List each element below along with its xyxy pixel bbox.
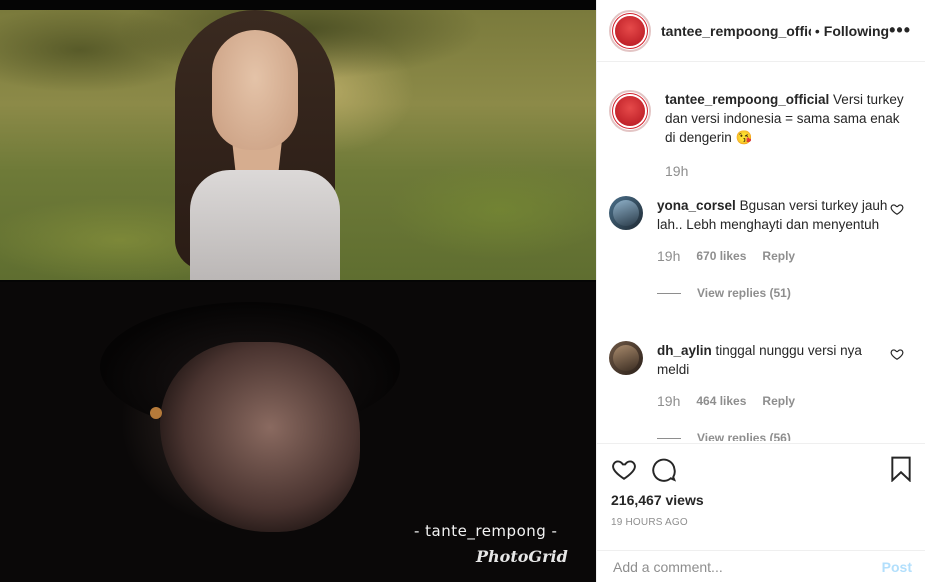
media-overlay-caption: - tante_rempong - [414, 522, 558, 540]
post-media[interactable]: - tante_rempong - PhotoGrid [0, 0, 596, 582]
view-replies-button[interactable]: View replies (51) [657, 286, 910, 300]
speech-bubble-icon[interactable] [651, 456, 677, 482]
view-count[interactable]: 216,467 views [611, 492, 912, 508]
heart-icon[interactable] [890, 347, 904, 361]
caption-avatar[interactable] [609, 90, 651, 132]
post-side-panel: tantee_rempoong_offic • Following ••• ta… [596, 0, 925, 582]
comment-item: dh_aylin tinggal nunggu versi nya meldi … [597, 341, 925, 441]
view-replies-button[interactable]: View replies (56) [657, 431, 910, 441]
add-comment-input[interactable] [613, 558, 882, 575]
caption-time: 19h [665, 163, 689, 179]
comment-time: 19h [657, 248, 681, 264]
caption-comment: tantee_rempoong_official Versi turkey da… [597, 90, 925, 179]
comment-composer: Post [597, 550, 925, 582]
video-frame-top [0, 10, 596, 280]
woman-dress [190, 170, 340, 280]
comment-item: yona_corsel Bgusan versi turkey jauh lah… [597, 196, 925, 300]
post-button[interactable]: Post [882, 559, 912, 575]
comment-text-block: yona_corsel Bgusan versi turkey jauh lah… [657, 196, 910, 234]
avatar-photo [613, 345, 639, 371]
commenter-avatar[interactable] [609, 196, 643, 230]
reply-button[interactable]: Reply [762, 394, 795, 408]
more-options-icon[interactable]: ••• [889, 20, 911, 41]
woman-face-closeup [160, 342, 360, 532]
comment-time: 19h [657, 393, 681, 409]
woman-face [212, 30, 298, 150]
heart-icon[interactable] [890, 202, 904, 216]
comment-likes[interactable]: 670 likes [696, 249, 746, 263]
profile-avatar[interactable] [609, 9, 651, 52]
comments-list[interactable]: tantee_rempoong_official Versi turkey da… [597, 63, 925, 441]
view-replies-label: View replies (51) [697, 286, 791, 300]
caption-text-block: tantee_rempoong_official Versi turkey da… [665, 90, 910, 147]
avatar-logo [615, 15, 645, 46]
comment-text-block: dh_aylin tinggal nunggu versi nya meldi [657, 341, 910, 379]
post-timestamp[interactable]: 19 HOURS AGO [611, 517, 912, 528]
following-button[interactable]: Following [824, 23, 889, 39]
reply-button[interactable]: Reply [762, 249, 795, 263]
header-username[interactable]: tantee_rempoong_offic [661, 23, 811, 39]
media-watermark: PhotoGrid [476, 547, 568, 566]
view-replies-label: View replies (56) [697, 431, 791, 441]
caption-username[interactable]: tantee_rempoong_official [665, 92, 829, 107]
bookmark-icon[interactable] [890, 456, 912, 482]
post-header: tantee_rempoong_offic • Following ••• [597, 0, 925, 62]
comment-username[interactable]: yona_corsel [657, 198, 736, 213]
heart-icon[interactable] [611, 456, 637, 482]
replies-divider [657, 437, 681, 439]
comment-username[interactable]: dh_aylin [657, 343, 712, 358]
avatar-logo [615, 96, 645, 126]
replies-divider [657, 292, 681, 294]
comment-likes[interactable]: 464 likes [696, 394, 746, 408]
avatar-photo [613, 200, 639, 226]
header-separator: • [814, 22, 820, 39]
earring [150, 407, 162, 419]
commenter-avatar[interactable] [609, 341, 643, 375]
post-actions: 216,467 views 19 HOURS AGO [597, 443, 925, 528]
